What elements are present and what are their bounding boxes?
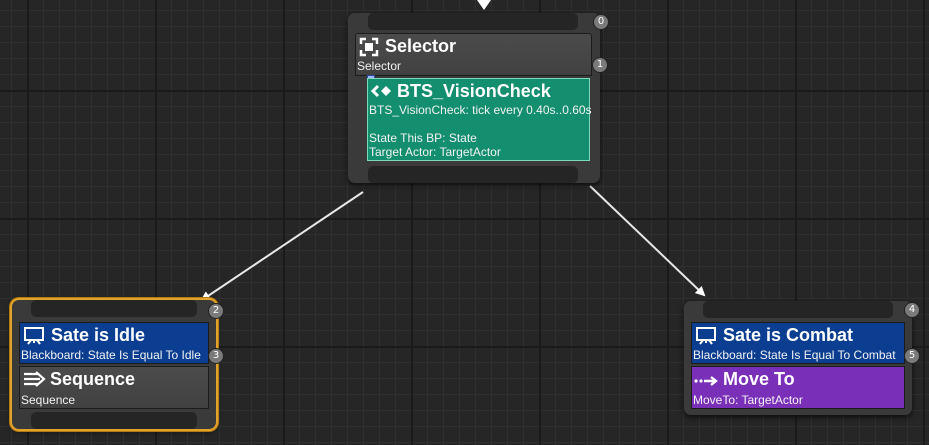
decorator-idle-index-badge: 3 <box>208 348 224 364</box>
service-state-key: State This BP: State <box>369 131 477 145</box>
decorator-idle-title: Sate is Idle <box>51 325 146 345</box>
selector-subtitle: Selector <box>357 59 402 73</box>
selector-title: Selector <box>385 36 457 56</box>
decorator-sate-is-combat[interactable]: Sate is Combat Blackboard: State Is Equa… <box>691 322 905 364</box>
move-to-title: Move To <box>723 369 795 389</box>
service-bts-visioncheck[interactable]: BTS_VisionCheck BTS_VisionCheck: tick ev… <box>367 78 592 161</box>
sequence-input-pin[interactable] <box>31 300 197 317</box>
root-wire-arrow <box>477 0 491 10</box>
move-to-input-pin[interactable] <box>703 301 893 318</box>
decorator-combat-title: Sate is Combat <box>723 325 854 345</box>
sequence-index-badge: 2 <box>208 303 224 319</box>
selector-icon <box>359 37 379 57</box>
selector-node[interactable]: Selector Selector BTS_VisionCheck BTS_Vi… <box>348 13 600 183</box>
selector-index-badge: 1 <box>592 57 608 73</box>
wire-selector-to-idle <box>200 191 364 302</box>
wire-selector-to-combat <box>589 185 706 297</box>
selector-panel[interactable]: Selector Selector <box>355 33 592 76</box>
service-title: BTS_VisionCheck <box>397 81 551 101</box>
sequence-node[interactable]: Sate is Idle Blackboard: State Is Equal … <box>12 300 216 429</box>
selector-output-pin[interactable] <box>368 166 578 183</box>
move-to-index-badge: 4 <box>904 302 920 318</box>
move-to-subtitle: MoveTo: TargetActor <box>693 393 803 407</box>
service-tick-info: BTS_VisionCheck: tick every 0.40s..0.60s <box>369 103 592 117</box>
root-index-badge: 0 <box>593 14 609 30</box>
task-move-to[interactable]: Move To MoveTo: TargetActor <box>691 366 905 409</box>
selector-input-pin[interactable] <box>368 13 578 30</box>
sequence-icon <box>24 371 46 387</box>
decorator-combat-condition: Blackboard: State Is Equal To Combat <box>693 348 896 362</box>
decorator-idle-condition: Blackboard: State Is Equal To Idle <box>21 348 201 362</box>
sequence-subtitle: Sequence <box>21 393 76 407</box>
move-to-node[interactable]: Sate is Combat Blackboard: State Is Equa… <box>684 301 912 415</box>
move-to-icon <box>694 376 718 386</box>
service-target-key: Target Actor: TargetActor <box>369 145 501 159</box>
blackboard-icon <box>696 327 716 345</box>
decorator-sate-is-idle[interactable]: Sate is Idle Blackboard: State Is Equal … <box>19 322 209 364</box>
sequence-title: Sequence <box>50 369 136 389</box>
sequence-panel[interactable]: Sequence Sequence <box>19 366 209 409</box>
decorator-combat-index-badge: 5 <box>904 348 920 364</box>
service-icon <box>370 84 391 98</box>
blackboard-icon <box>24 327 44 345</box>
sequence-output-pin[interactable] <box>31 412 197 429</box>
